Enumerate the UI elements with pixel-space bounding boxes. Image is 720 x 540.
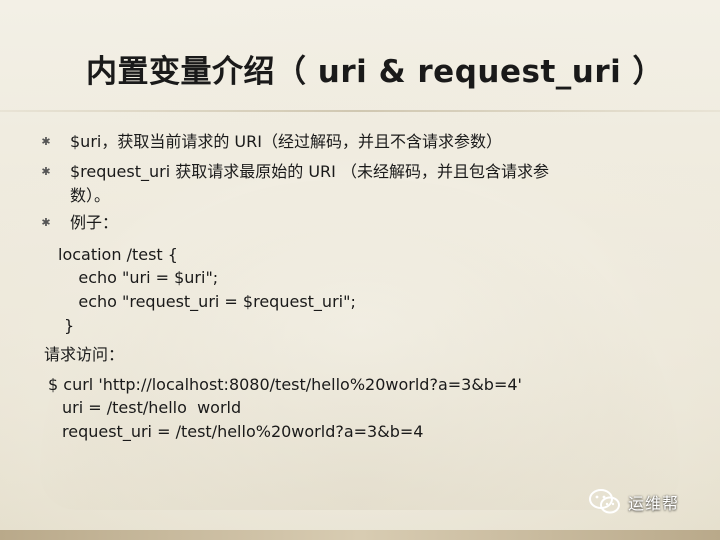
bullet-marker: ✱ [41,165,51,178]
bullet-text-line-2: 数）。 [70,186,111,205]
wechat-icon [589,489,620,514]
request-heading: 请求访问： [44,345,125,364]
terminal-line: uri = /test/hello world [62,398,242,417]
bullet-text-line-1: $request_uri 获取请求最原始的 URI （未经解码，并且包含请求参 [70,162,549,181]
bullet-text: $uri，获取当前请求的 URI（经过解码，并且不含请求参数） [70,132,502,151]
bullet-marker: ✱ [41,216,51,229]
code-line: echo "request_uri = $request_uri"; [58,292,356,311]
watermark-text: 运维帮 [628,494,680,513]
bullet-marker: ✱ [41,135,51,148]
watermark: 运维帮 [588,486,708,518]
code-line: } [64,316,75,335]
bullet-text: 例子： [70,213,119,232]
bullet-item-example: ✱ 例子： [40,211,660,235]
code-line: location /test { [58,245,178,264]
slide-title: 内置变量介绍（ uri & request_uri ） [86,54,665,90]
terminal-line: $ curl 'http://localhost:8080/test/hello… [48,375,522,394]
bullet-item-request-uri: ✱ $request_uri 获取请求最原始的 URI （未经解码，并且包含请求… [40,160,660,208]
bullet-item-uri: ✱ $uri，获取当前请求的 URI（经过解码，并且不含请求参数） [40,130,660,154]
slide: 内置变量介绍（ uri & request_uri ） ✱ $uri，获取当前请… [0,0,720,540]
code-line: echo "uri = $uri"; [58,268,219,287]
footer-bar [0,530,720,540]
terminal-line: request_uri = /test/hello%20world?a=3&b=… [62,422,424,441]
title-divider [0,110,720,112]
